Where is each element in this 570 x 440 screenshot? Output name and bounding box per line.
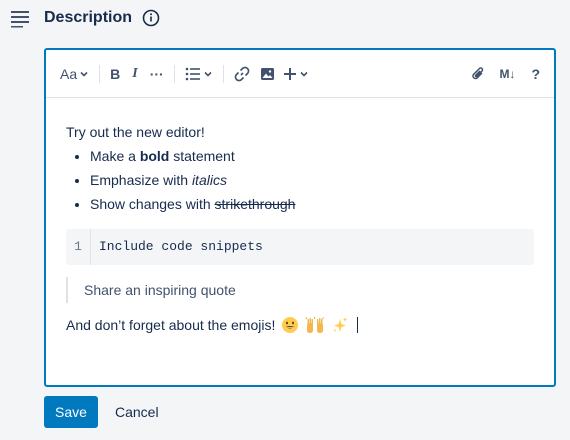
chevron-down-icon: [80, 71, 88, 77]
list-item: Show changes with strikethrough: [90, 192, 534, 216]
link-button[interactable]: [234, 66, 250, 82]
sparkles-icon: [331, 316, 349, 334]
cancel-button[interactable]: Cancel: [115, 404, 159, 420]
italic-button[interactable]: I: [132, 66, 137, 82]
more-formatting-button[interactable]: ···: [150, 66, 164, 82]
form-actions: Save Cancel: [44, 396, 159, 428]
insert-dropdown[interactable]: [283, 67, 309, 81]
image-icon: [260, 67, 274, 80]
toolbar-divider: [173, 64, 175, 83]
description-header: Description: [10, 6, 160, 30]
grinning-face-icon: [281, 316, 299, 334]
editor-content[interactable]: Try out the new editor! Make a bold stat…: [46, 98, 554, 337]
bold-label: B: [110, 65, 121, 82]
markdown-toggle[interactable]: M↓: [499, 67, 515, 81]
strikethrough-text: strikethrough: [214, 196, 296, 212]
save-button[interactable]: Save: [44, 396, 98, 428]
bullet-list: Make a bold statement Emphasize with ita…: [66, 144, 534, 216]
emoji-line: And don’t forget about the emojis!: [66, 313, 534, 337]
info-icon[interactable]: [142, 9, 160, 27]
toolbar-divider: [222, 64, 224, 83]
italic-label: I: [132, 65, 138, 81]
text-style-label: Aa: [60, 65, 78, 82]
bullet-list-icon: [185, 67, 200, 80]
image-button[interactable]: [260, 67, 275, 81]
chevron-down-icon: [300, 71, 308, 77]
list-item: Emphasize with italics: [90, 168, 534, 192]
plus-icon: [283, 67, 296, 80]
code-text: Include code snippets: [99, 239, 263, 254]
help-label: ?: [531, 65, 540, 82]
intro-text: Try out the new editor!: [66, 124, 205, 140]
emoji-text: And don’t forget about the emojis!: [66, 317, 276, 333]
text-style-dropdown[interactable]: Aa: [60, 66, 89, 82]
more-label: ···: [149, 65, 164, 82]
text-cursor: [357, 317, 359, 333]
list-dropdown[interactable]: [185, 67, 213, 81]
markdown-label: M↓: [499, 66, 516, 81]
attachment-button[interactable]: [471, 66, 485, 82]
list-item: Make a bold statement: [90, 144, 534, 168]
bold-text: bold: [139, 148, 170, 164]
italic-text: italics: [191, 172, 227, 188]
code-block: 1 Include code snippets: [66, 229, 534, 265]
blockquote: Share an inspiring quote: [66, 277, 534, 303]
section-title: Description: [44, 9, 133, 26]
paperclip-icon: [472, 66, 484, 79]
editor-toolbar: Aa B I ··· M↓ ?: [46, 50, 554, 98]
help-button[interactable]: ?: [531, 66, 540, 82]
chevron-down-icon: [204, 71, 212, 77]
code-line-number: 1: [66, 229, 91, 265]
description-editor[interactable]: Aa B I ··· M↓ ? Try out the new editor! …: [44, 48, 556, 387]
description-lines-icon: [11, 11, 29, 28]
bold-button[interactable]: B: [110, 66, 120, 82]
link-icon: [234, 66, 250, 81]
toolbar-divider: [99, 64, 101, 83]
raising-hands-icon: [305, 316, 325, 334]
